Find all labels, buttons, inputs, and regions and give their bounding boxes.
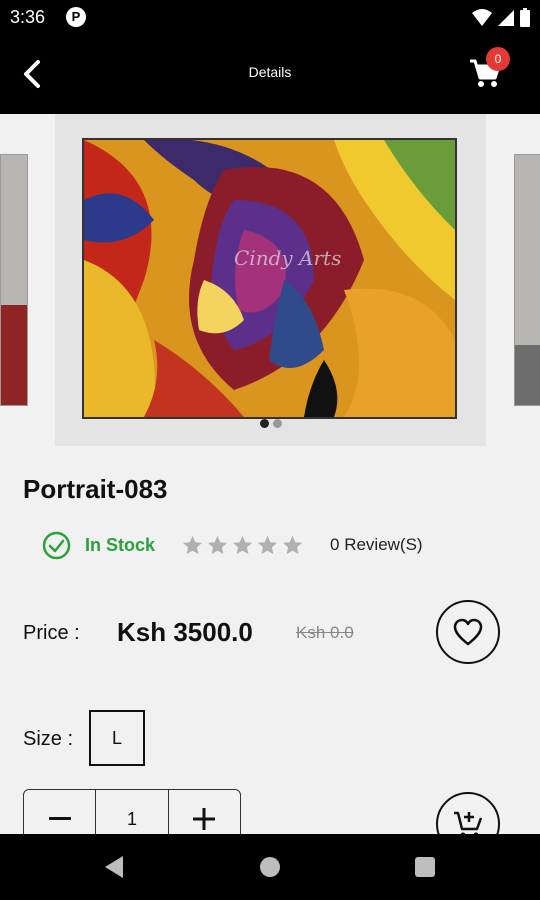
plus-icon	[193, 808, 216, 830]
wishlist-button[interactable]	[436, 600, 500, 664]
product-image[interactable]: Cindy Arts	[55, 114, 486, 446]
carousel-dot-active[interactable]	[259, 419, 269, 428]
star-icon	[207, 535, 228, 554]
size-option[interactable]: L	[89, 710, 145, 766]
status-icons	[472, 8, 530, 27]
previous-slide-thumbnail[interactable]	[0, 154, 28, 406]
star-icon	[257, 535, 278, 554]
minus-icon	[48, 817, 71, 820]
thumbnail-detail	[1, 305, 27, 405]
abstract-portrait-artwork: Cindy Arts	[84, 140, 455, 417]
nav-back-icon[interactable]	[104, 855, 124, 879]
original-price: Ksh 0.0	[296, 623, 354, 642]
carousel-dot[interactable]	[272, 419, 282, 428]
app-bar: Details 0	[0, 36, 540, 114]
product-name: Portrait-083	[23, 474, 168, 504]
system-navigation-bar	[0, 834, 540, 900]
star-icon	[182, 535, 203, 554]
heart-outline-icon	[453, 618, 483, 646]
battery-icon	[520, 8, 530, 27]
rating-stars	[181, 534, 304, 557]
cart-count-badge: 0	[486, 47, 510, 71]
stock-status: In Stock	[85, 534, 156, 555]
star-icon	[282, 535, 303, 554]
image-carousel[interactable]: Cindy Arts	[0, 114, 540, 446]
price-value: Ksh 3500.0	[117, 617, 253, 647]
review-count[interactable]: 0 Review(S)	[330, 535, 423, 555]
price-label: Price :	[23, 622, 80, 644]
wifi-icon	[472, 8, 492, 26]
carousel-indicator	[55, 419, 486, 428]
watermark-text: Cindy Arts	[234, 246, 341, 270]
status-time: 3:36	[10, 7, 46, 27]
next-slide-thumbnail[interactable]	[514, 154, 540, 406]
nav-home-icon[interactable]	[260, 857, 280, 877]
check-circle-icon	[42, 531, 71, 559]
painting-image: Cindy Arts	[82, 138, 457, 419]
size-label: Size :	[23, 728, 74, 750]
nav-recents-icon[interactable]	[415, 857, 435, 877]
signal-icon	[498, 9, 514, 26]
thumbnail-detail	[515, 345, 540, 405]
page-title: Details	[248, 64, 292, 80]
stock-rating-row: In Stock 0 Review(S)	[42, 530, 423, 560]
star-icon	[232, 535, 253, 554]
status-bar: 3:36 P	[0, 0, 540, 36]
app-notification-icon: P	[66, 7, 86, 27]
